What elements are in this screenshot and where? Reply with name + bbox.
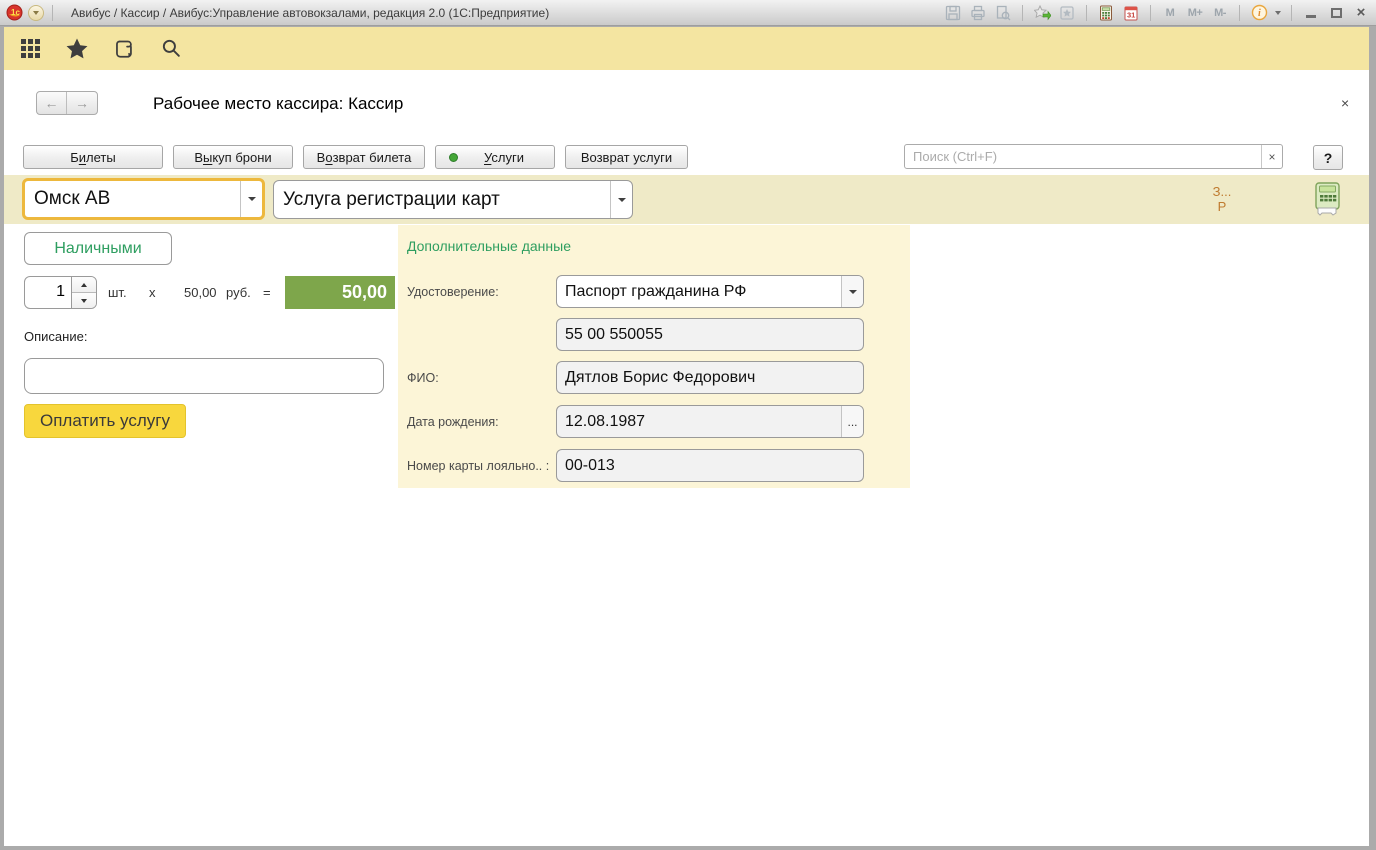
cash-register-icon[interactable] [1309,181,1345,217]
memory-minus-button[interactable]: M- [1211,4,1229,22]
fio-label: ФИО: [407,371,439,385]
total-amount: 50,00 [285,276,395,309]
description-label: Описание: [24,329,87,344]
app-icon[interactable]: 1c [6,4,23,21]
stepper-buttons [71,277,96,308]
multiply-sign: x [149,276,156,309]
tab-ticket-return[interactable]: Возврат билета [303,145,425,169]
close-icon[interactable]: × [1352,4,1370,22]
window-title: Авибус / Кассир / Авибус:Управление авто… [71,6,549,20]
save-icon[interactable] [944,4,962,22]
spin-down-icon[interactable] [72,293,96,308]
divider [1239,5,1240,21]
favorites-icon[interactable] [1058,4,1076,22]
fiscal-line2: Р [1194,199,1250,214]
id-type-label: Удостоверение: [407,285,499,299]
tab-services[interactable]: Услуги [435,145,555,169]
maximize-icon[interactable] [1327,4,1345,22]
description-input[interactable] [24,358,384,394]
divider [1022,5,1023,21]
dropdown-icon[interactable] [240,181,262,217]
divider [1291,5,1292,21]
additional-data-panel: Дополнительные данные Удостоверение: Пас… [398,225,910,488]
print-preview-icon[interactable] [994,4,1012,22]
dropdown-icon[interactable] [841,276,863,307]
main-menu-dropdown-icon[interactable] [28,5,44,21]
birth-date-field[interactable]: 12.08.1987 ... [556,405,864,438]
tab-service-return[interactable]: Возврат услуги [565,145,688,169]
id-number-value: 55 00 550055 [557,319,863,350]
search-clear-icon[interactable]: × [1261,145,1282,168]
search-box: × [904,144,1283,169]
service-bar: Омск АВ Услуга регистрации карт З... Р [4,175,1369,224]
star-icon[interactable] [62,34,92,64]
price-value: 50,00 [184,276,217,309]
unit-label: шт. [108,276,127,309]
additional-data-heading: Дополнительные данные [407,238,571,254]
add-favorite-icon[interactable] [1033,4,1051,22]
tab-tickets[interactable]: Билеты [23,145,163,169]
station-value: Омск АВ [25,181,240,217]
page-title: Рабочее место кассира: Кассир [153,94,403,114]
loyalty-card-label: Номер карты лояльно.. : [407,459,549,473]
app-toolbar [4,27,1369,70]
pay-service-button[interactable]: Оплатить услугу [24,404,186,438]
date-picker-button[interactable]: ... [841,406,863,437]
calculator-icon[interactable] [1097,4,1115,22]
search-input[interactable] [905,145,1261,168]
memory-plus-button[interactable]: M+ [1186,4,1204,22]
quantity-stepper[interactable]: 1 [24,276,97,309]
svg-text:1c: 1c [11,8,20,17]
print-icon[interactable] [969,4,987,22]
service-indicator-icon [449,153,458,162]
service-value: Услуга регистрации карт [274,181,610,218]
form-workspace: ← → Рабочее место кассира: Кассир × Биле… [4,70,1369,846]
fio-value: Дятлов Борис Фeдорович [557,362,863,393]
minimize-icon[interactable] [1302,4,1320,22]
window-titlebar: 1c Авибус / Кассир / Авибус:Управление а… [0,0,1376,26]
forward-icon[interactable]: → [67,92,97,114]
search-icon[interactable] [156,34,186,64]
form-close-icon[interactable]: × [1341,95,1349,111]
fiscal-status-label: З... Р [1194,184,1250,214]
nav-history-group: ← → [36,91,98,115]
birth-date-label: Дата рождения: [407,415,499,429]
fiscal-line1: З... [1194,184,1250,199]
help-button[interactable]: ? [1313,145,1343,170]
tab-booking-buyout[interactable]: Выкуп брони [173,145,293,169]
equals-sign: = [263,276,271,309]
quantity-value: 1 [25,277,71,308]
divider [52,5,53,21]
service-combobox[interactable]: Услуга регистрации карт [273,180,633,219]
birth-date-value: 12.08.1987 [557,406,841,437]
dropdown-icon[interactable] [610,181,632,218]
history-icon[interactable] [109,34,139,64]
divider [1086,5,1087,21]
memory-recall-button[interactable]: M [1161,4,1179,22]
divider [1150,5,1151,21]
id-number-field[interactable]: 55 00 550055 [556,318,864,351]
back-icon[interactable]: ← [37,92,67,114]
svg-text:i: i [1258,8,1261,19]
info-dropdown-icon[interactable] [1275,11,1281,15]
calendar-icon[interactable]: 31 [1122,4,1140,22]
grid-menu-icon[interactable] [15,34,45,64]
info-icon[interactable]: i [1250,4,1268,22]
fio-field[interactable]: Дятлов Борис Фeдорович [556,361,864,394]
station-combobox[interactable]: Омск АВ [22,178,265,220]
id-type-value: Паспорт гражданина РФ [557,276,841,307]
payment-method-button[interactable]: Наличными [24,232,172,265]
svg-text:31: 31 [1127,10,1135,19]
currency-label: руб. [226,276,251,309]
loyalty-card-field[interactable]: 00-013 [556,449,864,482]
id-type-combobox[interactable]: Паспорт гражданина РФ [556,275,864,308]
spin-up-icon[interactable] [72,277,96,293]
loyalty-card-value: 00-013 [557,450,863,481]
tab-services-label: Услуги [484,150,524,165]
